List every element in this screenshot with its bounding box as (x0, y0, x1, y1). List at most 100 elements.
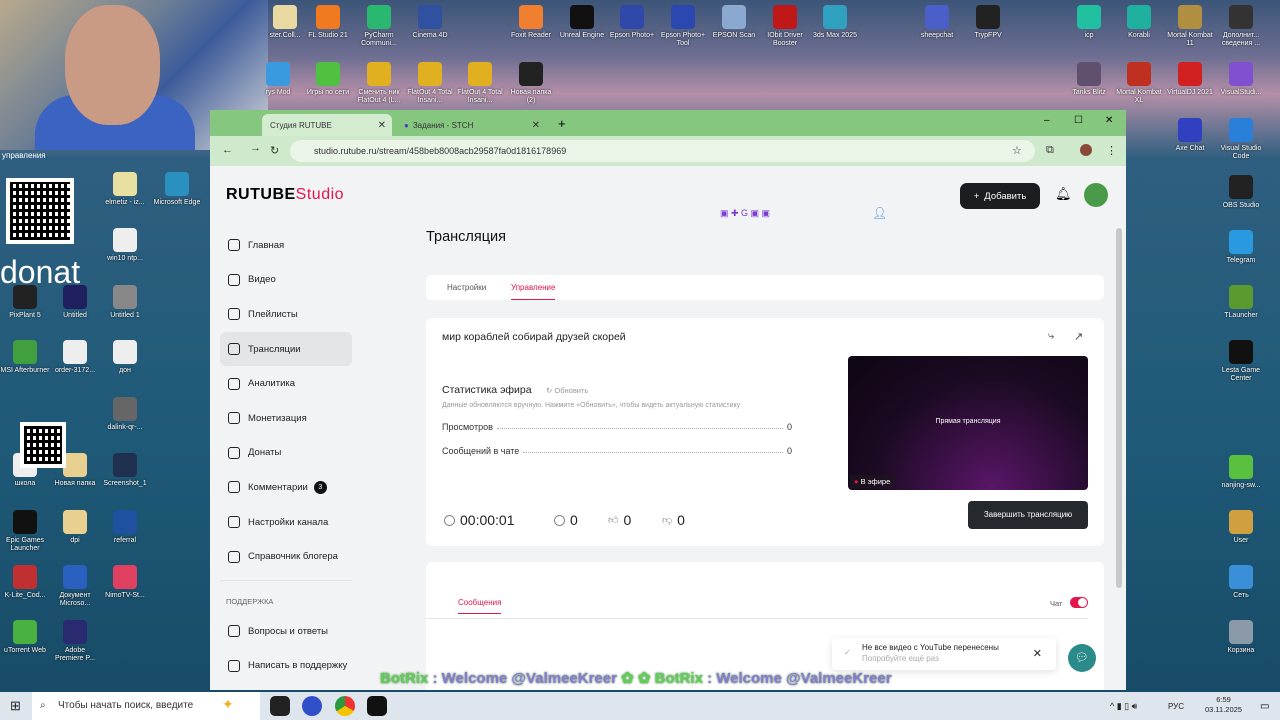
reload-icon[interactable]: ↻ (270, 144, 279, 157)
scrollbar[interactable] (1116, 228, 1122, 588)
desktop-icon[interactable]: Документ Microso... (50, 565, 100, 608)
desktop-icon[interactable]: Unreal Engine (557, 5, 607, 40)
desktop-icon[interactable]: TrypFPV (963, 5, 1013, 40)
sidebar-item-1[interactable]: Видео (220, 263, 352, 298)
tray-icons[interactable]: ^ ▮ ▯ 🔊︎ (1110, 701, 1137, 712)
desktop-icon[interactable]: User (1216, 510, 1266, 545)
desktop-icon[interactable]: nanjing-sw... (1216, 455, 1266, 490)
tab-rutube[interactable]: Студия RUTUBE ✕ (262, 114, 392, 136)
stream-preview[interactable]: Прямая трансляция ● В эфире (848, 356, 1088, 490)
user-icon[interactable]: 👤︎ (872, 206, 887, 220)
desktop-icon[interactable]: Axe Chat (1165, 118, 1215, 153)
desktop-icon[interactable]: Mortal Kombat XL (1114, 62, 1164, 105)
sidebar-item-5[interactable]: Монетизация (220, 401, 352, 436)
new-tab-button[interactable]: + (558, 116, 566, 131)
desktop-icon[interactable]: dpi (50, 510, 100, 545)
sidebar-item-2[interactable]: Плейлисты (220, 297, 352, 332)
desktop-icon[interactable]: Корзина (1216, 620, 1266, 655)
desktop-icon[interactable]: дон (100, 340, 150, 375)
desktop-icon[interactable]: Игры по сети (303, 62, 353, 97)
desktop-icon[interactable]: referral (100, 510, 150, 545)
external-link-icon[interactable]: ↗ (1074, 330, 1083, 343)
support-item-0[interactable]: Вопросы и ответы (220, 614, 352, 649)
sparkle-icon[interactable]: ✦ (222, 696, 234, 713)
desktop-icon[interactable]: Adobe Premiere P... (50, 620, 100, 663)
desktop-icon[interactable]: Korabli (1114, 5, 1164, 40)
sidebar-item-0[interactable]: Главная (220, 228, 352, 263)
minimize-button[interactable]: – (1044, 115, 1050, 126)
desktop-icon[interactable]: Untitled 1 (100, 285, 150, 320)
star-icon[interactable]: ☆ (1012, 144, 1022, 157)
sidebar-item-8[interactable]: Настройки канала (220, 505, 352, 540)
desktop-icon[interactable]: Visual Studio Code (1216, 118, 1266, 161)
desktop-icon[interactable]: TLauncher (1216, 285, 1266, 320)
desktop-icon[interactable]: Lesta Game Center (1216, 340, 1266, 383)
lesta-icon[interactable] (367, 696, 387, 716)
close-icon[interactable]: ✕ (532, 120, 540, 131)
desktop-icon[interactable]: elmetiz - iz... (100, 172, 150, 207)
logo[interactable]: RUTUBEStudio (226, 186, 344, 204)
desktop-icon[interactable]: FlatOut 4 Total Insani... (405, 62, 455, 105)
share-icon[interactable]: ⤷ (1048, 330, 1054, 343)
forward-icon[interactable]: → (250, 142, 261, 154)
desktop-icon[interactable]: Mortal Kombat 11 (1165, 5, 1215, 48)
sidebar-item-6[interactable]: Донаты (220, 436, 352, 471)
end-stream-button[interactable]: Завершить трансляцию (968, 501, 1088, 529)
sidebar-item-7[interactable]: Комментарии 3 (220, 470, 352, 505)
desktop-icon[interactable]: Сеть (1216, 565, 1266, 600)
profile-avatar[interactable] (1080, 144, 1092, 156)
desktop-icon[interactable]: sheepchat (912, 5, 962, 40)
avatar[interactable] (1084, 183, 1108, 207)
desktop-icon[interactable]: Tanks Blitz (1064, 62, 1114, 97)
close-window-button[interactable]: ✕ (1105, 115, 1113, 126)
desktop-icon[interactable]: Сменить ник FlatOut 4 (L... (354, 62, 404, 105)
support-item-1[interactable]: Написать в поддержку (220, 649, 352, 684)
tab-settings[interactable]: Настройки (447, 275, 486, 300)
add-button[interactable]: + Добавить (960, 183, 1040, 209)
sidebar-item-3[interactable]: Трансляции (220, 331, 352, 367)
desktop-icon[interactable]: uTorrent Web (0, 620, 50, 655)
desktop-icon[interactable]: NimoTV-St... (100, 565, 150, 600)
desktop-icon[interactable]: VirtualDJ 2021 (1165, 62, 1215, 97)
desktop-icon[interactable]: Epson Photo+ Tool (658, 5, 708, 48)
url-input[interactable]: studio.rutube.ru/stream/458beb8008acb295… (290, 140, 1035, 162)
desktop-icon[interactable]: rys Mod (253, 62, 303, 97)
desktop-icon[interactable]: VisualStudi... (1216, 62, 1266, 97)
taskbar-app-icon[interactable] (270, 696, 290, 716)
desktop-icon[interactable]: Foxit Reader (506, 5, 556, 40)
desktop-icon[interactable]: Epson Photo+ (607, 5, 657, 40)
windows-start-icon[interactable]: ⊞ (10, 698, 21, 714)
tab-messages[interactable]: Сообщения (458, 598, 502, 614)
chrome-icon[interactable] (335, 696, 355, 716)
tab-management[interactable]: Управление (511, 275, 556, 300)
desktop-icon[interactable]: IObit Driver Booster (760, 5, 810, 48)
desktop-icon[interactable]: MSI Afterburner (0, 340, 50, 375)
desktop-icon[interactable]: icp (1064, 5, 1114, 40)
sidebar-item-9[interactable]: Справочник блогера (220, 539, 352, 574)
menu-icon[interactable]: ⋮ (1106, 144, 1117, 157)
desktop-icon[interactable]: FlatOut 4 Total Insani... (455, 62, 505, 105)
desktop-icon[interactable]: OBS Studio (1216, 175, 1266, 210)
language-indicator[interactable]: РУС (1168, 702, 1184, 711)
support-chat-button[interactable]: 💬︎ (1068, 644, 1096, 672)
chat-toggle[interactable] (1070, 597, 1088, 608)
close-icon[interactable]: ✕ (1033, 647, 1042, 660)
desktop-icon[interactable]: Microsoft Edge (152, 172, 202, 207)
desktop-icon[interactable]: Telegram (1216, 230, 1266, 265)
desktop-icon[interactable]: win10 ntp... (100, 228, 150, 263)
desktop-icon[interactable]: PyCharm Communi... (354, 5, 404, 48)
taskbar-app-icon[interactable] (302, 696, 322, 716)
desktop-icon[interactable]: Cinema 4D (405, 5, 455, 40)
tab-stch[interactable]: ● Задания - STCH ✕ (396, 114, 546, 136)
desktop-icon[interactable]: Epic Games Launcher (0, 510, 50, 553)
desktop-icon[interactable]: Screenshot_1 (100, 453, 150, 488)
desktop-icon[interactable]: K-Lite_Cod... (0, 565, 50, 600)
clock[interactable]: 6:59 03.11.2025 (1205, 695, 1242, 715)
close-icon[interactable]: ✕ (378, 120, 386, 131)
extensions-icon[interactable]: ⧉ (1046, 144, 1054, 157)
bell-icon[interactable]: 🔔︎ (1055, 186, 1072, 202)
sidebar-item-4[interactable]: Аналитика (220, 366, 352, 401)
back-icon[interactable]: ← (222, 144, 233, 156)
desktop-icon[interactable]: order-3172... (50, 340, 100, 375)
desktop-icon[interactable]: dalink-qr-... (100, 397, 150, 432)
